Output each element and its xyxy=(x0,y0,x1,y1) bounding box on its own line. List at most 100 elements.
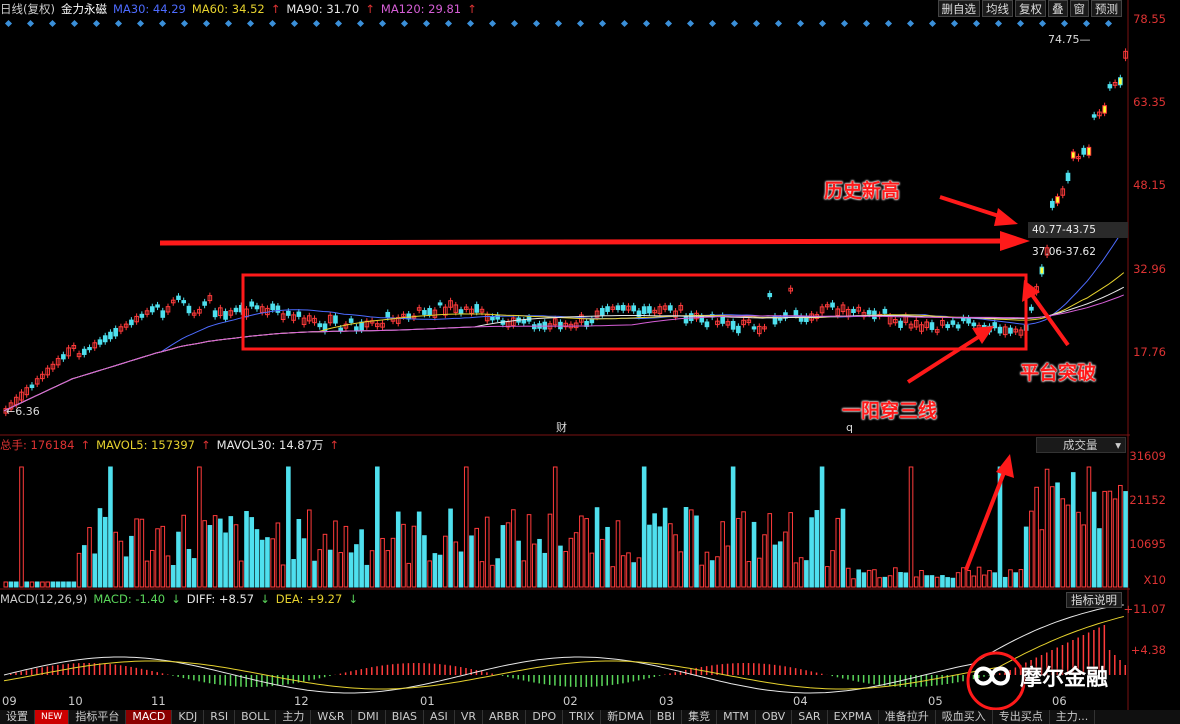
remove-watchlist-button[interactable]: 删自选 xyxy=(937,0,980,17)
event-diamond xyxy=(774,19,783,28)
volume-bar xyxy=(1097,528,1102,588)
tab-26[interactable]: 主力... xyxy=(1050,710,1096,724)
volume-bar xyxy=(495,558,500,588)
candle xyxy=(427,308,432,316)
volume-bar xyxy=(531,543,537,588)
down-arrow-icon: ↓ xyxy=(348,592,358,606)
volume-bar xyxy=(102,516,108,588)
stock-name: 金力永磁 xyxy=(60,2,107,16)
macd-value: MACD: -1.40 xyxy=(93,592,166,606)
event-diamond xyxy=(1060,19,1069,28)
candle xyxy=(270,303,275,311)
event-diamond xyxy=(268,19,277,28)
volume-bar xyxy=(615,520,621,588)
finance-marker[interactable]: 财 xyxy=(556,419,567,435)
tab-11[interactable]: ASI xyxy=(424,710,455,724)
event-diamond xyxy=(598,19,607,28)
tab-2[interactable]: 指标平台 xyxy=(69,710,127,724)
volume-bar xyxy=(720,521,725,588)
volume-bar xyxy=(144,560,150,588)
volume-bar xyxy=(819,466,825,588)
month-label: 02 xyxy=(563,694,578,708)
tab-10[interactable]: BIAS xyxy=(386,710,425,724)
volume-bar xyxy=(840,508,846,588)
volume-bar xyxy=(66,581,71,588)
volume-bar xyxy=(1086,466,1092,588)
candle xyxy=(589,318,595,324)
tab-9[interactable]: DMI xyxy=(352,710,386,724)
candle xyxy=(1081,147,1087,155)
candle xyxy=(254,305,260,310)
event-diamond xyxy=(312,19,321,28)
price-tick: 32.96 xyxy=(1133,262,1166,276)
candle xyxy=(1029,306,1034,311)
tab-18[interactable]: 集竞 xyxy=(682,710,718,724)
ma-button[interactable]: 均线 xyxy=(982,0,1013,17)
tab-8[interactable]: W&R xyxy=(311,710,352,724)
candle xyxy=(186,305,192,314)
tab-12[interactable]: VR xyxy=(455,710,483,724)
tab-24[interactable]: 吸血买入 xyxy=(936,710,993,724)
tab-1[interactable]: NEW xyxy=(35,710,70,724)
candle xyxy=(102,335,108,343)
candle xyxy=(730,320,736,330)
volume-bar xyxy=(275,522,281,588)
volume-bar xyxy=(270,538,275,588)
tab-5[interactable]: RSI xyxy=(204,710,236,724)
volume-bar xyxy=(233,524,239,588)
volume-bar xyxy=(882,576,888,588)
forecast-button[interactable]: 预测 xyxy=(1091,0,1122,17)
tab-15[interactable]: TRIX xyxy=(563,710,602,724)
event-diamond xyxy=(180,19,189,28)
volume-selector[interactable]: 成交量 ▾ xyxy=(1036,437,1126,453)
event-diamond xyxy=(356,19,365,28)
tab-3[interactable]: MACD xyxy=(126,710,173,724)
tab-17[interactable]: BBI xyxy=(651,710,683,724)
volume-bar xyxy=(751,521,757,588)
volume-bar xyxy=(746,561,752,588)
history-high-annotation: 历史新高 xyxy=(824,180,901,202)
ma30-line xyxy=(3,228,1125,412)
volume-bar xyxy=(526,514,532,588)
tab-0[interactable]: 设置 xyxy=(0,710,35,724)
diff-value: DIFF: +8.57 xyxy=(186,592,255,606)
tab-23[interactable]: 准备拉升 xyxy=(879,710,936,724)
tab-6[interactable]: BOLL xyxy=(235,710,277,724)
volume-bar xyxy=(568,537,574,588)
up-arrow-icon: ↑ xyxy=(201,438,211,452)
event-diamond xyxy=(224,19,233,28)
tab-25[interactable]: 专出买点 xyxy=(993,710,1050,724)
tab-13[interactable]: ARBR xyxy=(483,710,527,724)
candle xyxy=(767,293,773,298)
total-volume: 总手: 176184 xyxy=(0,438,75,452)
event-diamond xyxy=(136,19,145,28)
period-label[interactable]: 日线(复权) xyxy=(0,1,55,17)
tab-22[interactable]: EXPMA xyxy=(828,710,879,724)
volume-bar xyxy=(636,557,642,588)
volume-bar xyxy=(589,552,595,588)
volume-bar xyxy=(76,552,82,588)
adjust-button[interactable]: 复权 xyxy=(1015,0,1046,17)
tab-4[interactable]: KDJ xyxy=(172,710,205,724)
volume-bar xyxy=(919,570,924,588)
tab-14[interactable]: DPO xyxy=(526,710,564,724)
volume-bar xyxy=(249,517,255,588)
month-label: 04 xyxy=(793,694,808,708)
tab-19[interactable]: MTM xyxy=(717,710,756,724)
candle xyxy=(605,306,610,312)
volume-bar xyxy=(1008,569,1013,588)
window-button[interactable]: 窗 xyxy=(1069,0,1089,17)
ma30-value: MA30: 44.29 xyxy=(112,2,186,16)
overlay-button[interactable]: 叠 xyxy=(1048,0,1068,17)
candle xyxy=(81,348,87,355)
tab-7[interactable]: 主力 xyxy=(276,710,312,724)
tab-20[interactable]: OBV xyxy=(756,710,793,724)
tab-16[interactable]: 新DMA xyxy=(601,710,651,724)
indicator-help-button[interactable]: 指标说明 xyxy=(1066,592,1122,608)
volume-bar xyxy=(1002,576,1008,588)
volume-bar xyxy=(197,466,202,588)
volume-bar xyxy=(1044,468,1050,588)
volume-bar xyxy=(877,577,882,588)
tab-21[interactable]: SAR xyxy=(792,710,828,724)
ma90-value: MA90: 31.70 xyxy=(286,2,360,16)
